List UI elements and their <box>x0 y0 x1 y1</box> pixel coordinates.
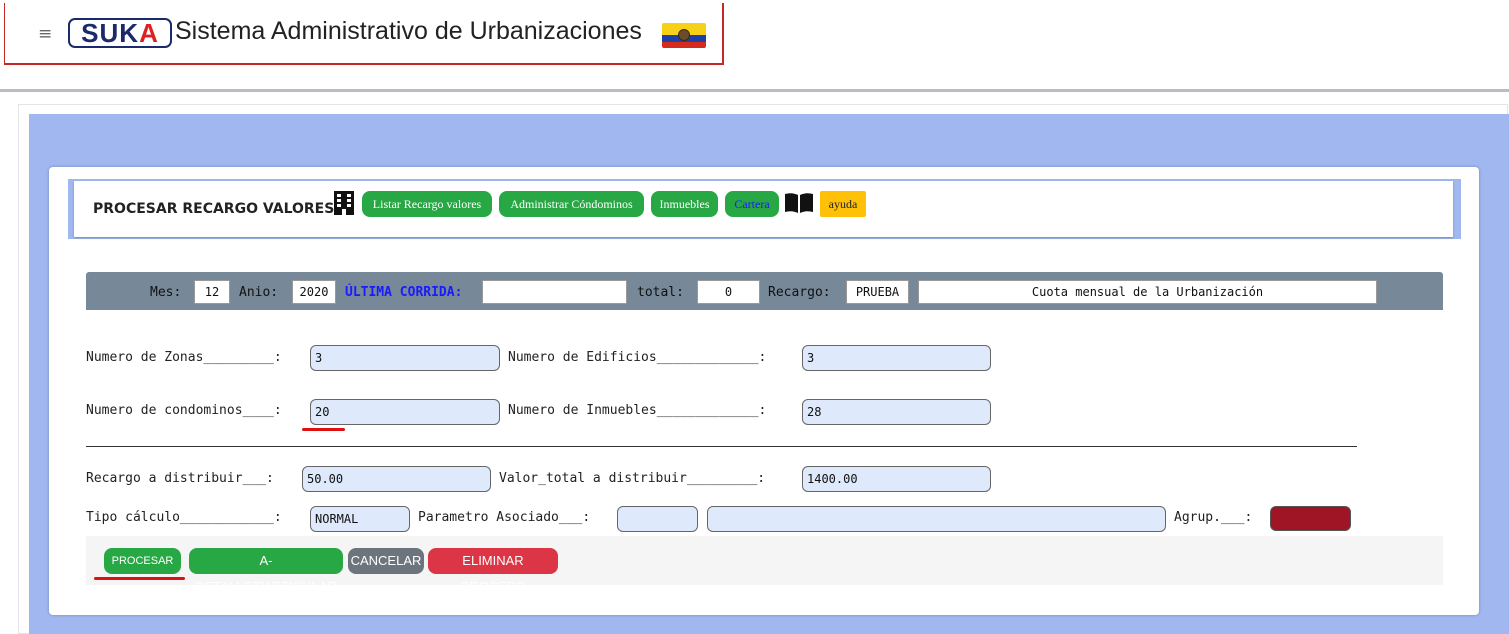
ultima-corrida-label: ÚLTIMA CORRIDA: <box>345 285 463 300</box>
agrup-color-field[interactable] <box>1270 506 1351 531</box>
total-label: total: <box>637 285 684 300</box>
parametro-asociado-label: Parametro Asociado___: <box>418 510 591 525</box>
condominos-field[interactable]: 20 <box>310 399 500 425</box>
anio-field[interactable]: 2020 <box>292 280 336 304</box>
recargo-distribuir-field[interactable]: 50.00 <box>302 466 491 492</box>
valor-total-field[interactable]: 1400.00 <box>802 466 991 492</box>
ayuda-button[interactable]: ayuda <box>820 191 866 217</box>
procesar-highlight <box>94 577 185 580</box>
cancelar-button[interactable]: CANCELAR <box>348 548 424 574</box>
condominos-highlight <box>302 428 345 431</box>
suka-logo: SUKA <box>68 18 172 48</box>
descripcion-field[interactable]: Cuota mensual de la Urbanización <box>918 280 1377 304</box>
panel-title: PROCESAR RECARGO VALORES <box>93 201 335 217</box>
procesar-button[interactable]: PROCESAR <box>104 548 181 574</box>
mes-field[interactable]: 12 <box>194 280 230 304</box>
eliminar-proceso-button[interactable]: ELIMINAR PROCESO <box>428 548 558 594</box>
hamburger-icon[interactable]: ≡ <box>38 24 52 44</box>
cartera-button[interactable]: Cartera <box>725 191 779 217</box>
parametro-code-field[interactable] <box>617 506 698 532</box>
parametro-desc-field[interactable] <box>707 506 1166 532</box>
listar-recargo-button[interactable]: Listar Recargo valores <box>362 191 492 217</box>
valor-total-label: Valor_total a distribuir_________: <box>499 471 766 486</box>
total-field[interactable]: 0 <box>697 280 760 304</box>
edificios-label: Numero de Edificios_____________: <box>508 350 767 365</box>
inmuebles-button[interactable]: Inmuebles <box>651 191 718 217</box>
tipo-calculo-field[interactable]: NORMAL <box>310 506 410 532</box>
recargo-label: Recargo: <box>768 285 831 300</box>
ultima-corrida-field[interactable] <box>482 280 627 304</box>
a-detalle-button[interactable]: A-DETALLE/PARTICULAR <box>189 548 343 594</box>
recargo-distribuir-label: Recargo a distribuir___: <box>86 471 274 486</box>
administrar-condominos-button[interactable]: Administrar Cóndominos <box>499 191 644 217</box>
agrup-label: Agrup.___: <box>1174 510 1253 525</box>
zonas-label: Numero de Zonas_________: <box>86 350 282 365</box>
app-title: Sistema Administrativo de Urbanizaciones <box>175 17 642 45</box>
building-icon <box>334 191 354 215</box>
form-separator <box>86 446 1357 447</box>
header-divider <box>0 89 1509 92</box>
recargo-field[interactable]: PRUEBA <box>846 280 909 304</box>
ecuador-flag-icon <box>662 23 706 48</box>
mes-label: Mes: <box>150 285 182 300</box>
inmuebles-label: Numero de Inmuebles_____________: <box>508 403 767 418</box>
inmuebles-field[interactable]: 28 <box>802 399 991 425</box>
zonas-field[interactable]: 3 <box>310 345 500 371</box>
book-icon[interactable] <box>784 192 814 214</box>
anio-label: Anio: <box>239 285 279 300</box>
edificios-field[interactable]: 3 <box>802 345 991 371</box>
tipo-calculo-label: Tipo cálculo____________: <box>86 510 282 525</box>
condominos-label: Numero de condominos____: <box>86 403 282 418</box>
